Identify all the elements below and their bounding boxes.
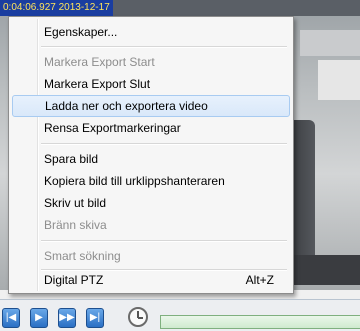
application-window: 0:04:06.927 2013-12-17 Egenskaper... Mar… — [0, 0, 360, 331]
menu-item-label: Smart sökning — [44, 249, 121, 263]
video-scene-object — [318, 60, 360, 100]
menu-item-shortcut: Alt+Z — [245, 273, 274, 287]
menu-item-smart-search: Smart sökning — [12, 245, 290, 267]
menu-item-print-image[interactable]: Skriv ut bild — [12, 192, 290, 214]
timeline-bar[interactable] — [160, 315, 360, 329]
clock-icon[interactable] — [128, 307, 148, 327]
menu-item-burn-disc: Bränn skiva — [12, 214, 290, 236]
menu-item-digital-ptz[interactable]: Digital PTZ Alt+Z — [12, 269, 290, 291]
play-icon[interactable]: ▶ — [30, 308, 48, 328]
menu-item-mark-export-start: Markera Export Start — [12, 51, 290, 73]
menu-item-download-export-video[interactable]: Ladda ner och exportera video — [12, 95, 290, 117]
fast-forward-icon[interactable]: ▶▶ — [58, 308, 76, 328]
step-back-icon[interactable]: |◀ — [2, 308, 20, 328]
menu-item-label: Rensa Exportmarkeringar — [44, 121, 181, 135]
menu-item-save-image[interactable]: Spara bild — [12, 148, 290, 170]
menu-item-clear-export-marks[interactable]: Rensa Exportmarkeringar — [12, 117, 290, 139]
step-forward-icon[interactable]: ▶| — [86, 308, 104, 328]
menu-item-label: Markera Export Start — [44, 55, 155, 69]
menu-item-label: Egenskaper... — [44, 25, 118, 39]
playback-toolbar: |◀ ▶ ▶▶ ▶| — [0, 299, 360, 331]
menu-separator — [41, 240, 287, 242]
menu-item-label: Spara bild — [44, 152, 99, 166]
menu-item-label: Bränn skiva — [44, 218, 107, 232]
menu-item-properties[interactable]: Egenskaper... — [12, 21, 290, 43]
menu-item-label: Digital PTZ — [44, 273, 104, 287]
menu-separator — [41, 46, 287, 48]
menu-item-mark-export-end[interactable]: Markera Export Slut — [12, 73, 290, 95]
menu-item-label: Kopiera bild till urklippshanteraren — [44, 174, 225, 188]
menu-item-label: Ladda ner och exportera video — [45, 99, 208, 113]
video-timestamp: 0:04:06.927 2013-12-17 — [0, 0, 113, 16]
menu-item-label: Markera Export Slut — [44, 77, 151, 91]
video-scene-object — [300, 30, 360, 56]
menu-item-label: Skriv ut bild — [44, 196, 107, 210]
menu-separator — [41, 143, 287, 145]
menu-item-copy-image-clipboard[interactable]: Kopiera bild till urklippshanteraren — [12, 170, 290, 192]
context-menu: Egenskaper... Markera Export Start Marke… — [8, 16, 294, 294]
